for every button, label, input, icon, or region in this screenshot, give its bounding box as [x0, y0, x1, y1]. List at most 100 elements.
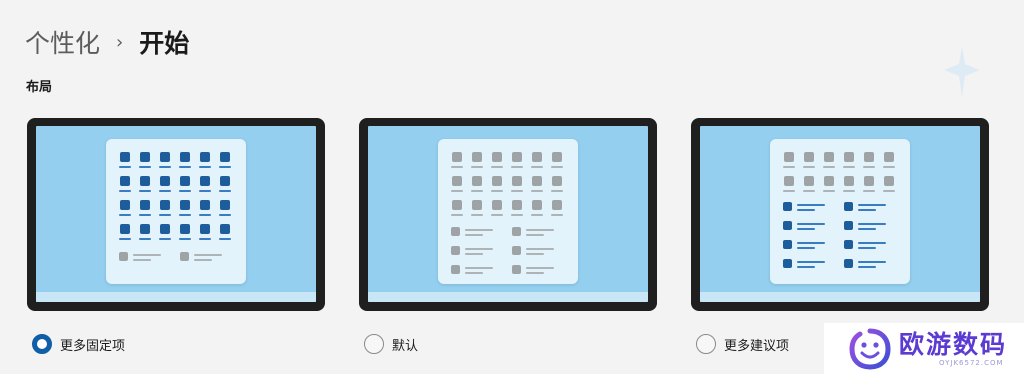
pinned-app-tile	[510, 176, 530, 200]
start-menu-preview	[106, 139, 246, 284]
recommended-item	[844, 259, 904, 277]
screen-preview	[368, 126, 648, 302]
recommended-items-grid	[451, 227, 573, 284]
taskbar-preview	[700, 292, 980, 302]
pinned-apps-grid	[450, 152, 570, 224]
recommended-item	[512, 227, 572, 245]
pinned-app-tile	[218, 200, 238, 224]
recommended-item	[844, 221, 904, 239]
pinned-app-tile	[530, 200, 550, 224]
pinned-app-tile	[782, 152, 802, 176]
pinned-app-tile	[178, 224, 198, 248]
radio-more-recommendations[interactable]: 更多建议项	[696, 334, 789, 354]
breadcrumb: 个性化 › 开始	[25, 22, 189, 62]
pinned-app-tile	[882, 152, 902, 176]
monitor-preview	[359, 118, 657, 311]
pinned-app-tile	[802, 176, 822, 200]
recommended-item	[844, 240, 904, 258]
pinned-app-tile	[822, 176, 842, 200]
pinned-app-tile	[782, 176, 802, 200]
breadcrumb-personalization-link[interactable]: 个性化	[25, 24, 100, 60]
radio-default[interactable]: 默认	[364, 334, 418, 354]
pinned-app-tile	[470, 200, 490, 224]
recommended-item	[180, 252, 240, 270]
screen-preview	[36, 126, 316, 302]
pinned-app-tile	[118, 224, 138, 248]
recommended-item	[451, 227, 511, 245]
pinned-app-tile	[470, 152, 490, 176]
pinned-app-tile	[470, 176, 490, 200]
pinned-app-tile	[450, 176, 470, 200]
layout-option-default[interactable]: 默认	[359, 118, 657, 354]
pinned-apps-grid	[782, 152, 902, 200]
pinned-app-tile	[862, 152, 882, 176]
pinned-app-tile	[550, 176, 570, 200]
pinned-app-tile	[842, 176, 862, 200]
monitor-preview	[691, 118, 989, 311]
chevron-right-icon: ›	[116, 31, 124, 53]
pinned-app-tile	[138, 152, 158, 176]
recommended-item	[783, 259, 843, 277]
pinned-app-tile	[118, 176, 138, 200]
pinned-app-tile	[138, 224, 158, 248]
pinned-app-tile	[138, 176, 158, 200]
pinned-apps-grid	[118, 152, 238, 248]
pinned-app-tile	[198, 200, 218, 224]
pinned-app-tile	[198, 152, 218, 176]
pinned-app-tile	[218, 152, 238, 176]
pinned-app-tile	[198, 224, 218, 248]
pinned-app-tile	[802, 152, 822, 176]
pinned-app-tile	[178, 200, 198, 224]
recommended-item	[512, 246, 572, 264]
pinned-app-tile	[450, 152, 470, 176]
taskbar-preview	[36, 292, 316, 302]
layout-section-title: 布局	[26, 80, 53, 95]
start-menu-preview	[438, 139, 578, 284]
radio-button-checked[interactable]	[32, 334, 52, 354]
radio-button-unchecked[interactable]	[696, 334, 716, 354]
pinned-app-tile	[158, 200, 178, 224]
pinned-app-tile	[118, 152, 138, 176]
pinned-app-tile	[530, 176, 550, 200]
pinned-app-tile	[178, 152, 198, 176]
radio-button-unchecked[interactable]	[364, 334, 384, 354]
watermark-text: 欧游数码	[899, 329, 1008, 359]
pinned-app-tile	[158, 224, 178, 248]
monitor-preview	[27, 118, 325, 311]
radio-label: 默认	[392, 338, 419, 354]
smiley-logo-icon	[849, 328, 891, 370]
recommended-item	[844, 202, 904, 220]
pinned-app-tile	[842, 152, 862, 176]
taskbar-preview	[368, 292, 648, 302]
recommended-item	[512, 265, 572, 283]
recommended-items-grid	[783, 202, 905, 278]
watermark: 欧游数码 OYJK6572.COM	[824, 323, 1024, 374]
page-title: 开始	[139, 29, 190, 58]
recommended-item	[451, 265, 511, 283]
pinned-app-tile	[510, 200, 530, 224]
pinned-app-tile	[218, 224, 238, 248]
pinned-app-tile	[450, 200, 470, 224]
layout-option-more-pins[interactable]: 更多固定项	[27, 118, 325, 354]
recommended-item	[783, 221, 843, 239]
pinned-app-tile	[490, 200, 510, 224]
recommended-item	[451, 246, 511, 264]
radio-label: 更多固定项	[60, 338, 126, 354]
pinned-app-tile	[138, 200, 158, 224]
layout-option-more-recommendations[interactable]: 更多建议项	[691, 118, 989, 354]
pinned-app-tile	[118, 200, 138, 224]
radio-label: 更多建议项	[724, 338, 790, 354]
pinned-app-tile	[490, 176, 510, 200]
pinned-app-tile	[822, 152, 842, 176]
pinned-app-tile	[550, 152, 570, 176]
watermark-subtext: OYJK6572.COM	[939, 358, 1004, 367]
pinned-app-tile	[198, 176, 218, 200]
pinned-app-tile	[178, 176, 198, 200]
radio-more-pins[interactable]: 更多固定项	[32, 334, 125, 354]
screen-preview	[700, 126, 980, 302]
recommended-item	[119, 252, 179, 270]
recommended-item	[783, 240, 843, 258]
pinned-app-tile	[158, 176, 178, 200]
pinned-app-tile	[510, 152, 530, 176]
pinned-app-tile	[490, 152, 510, 176]
